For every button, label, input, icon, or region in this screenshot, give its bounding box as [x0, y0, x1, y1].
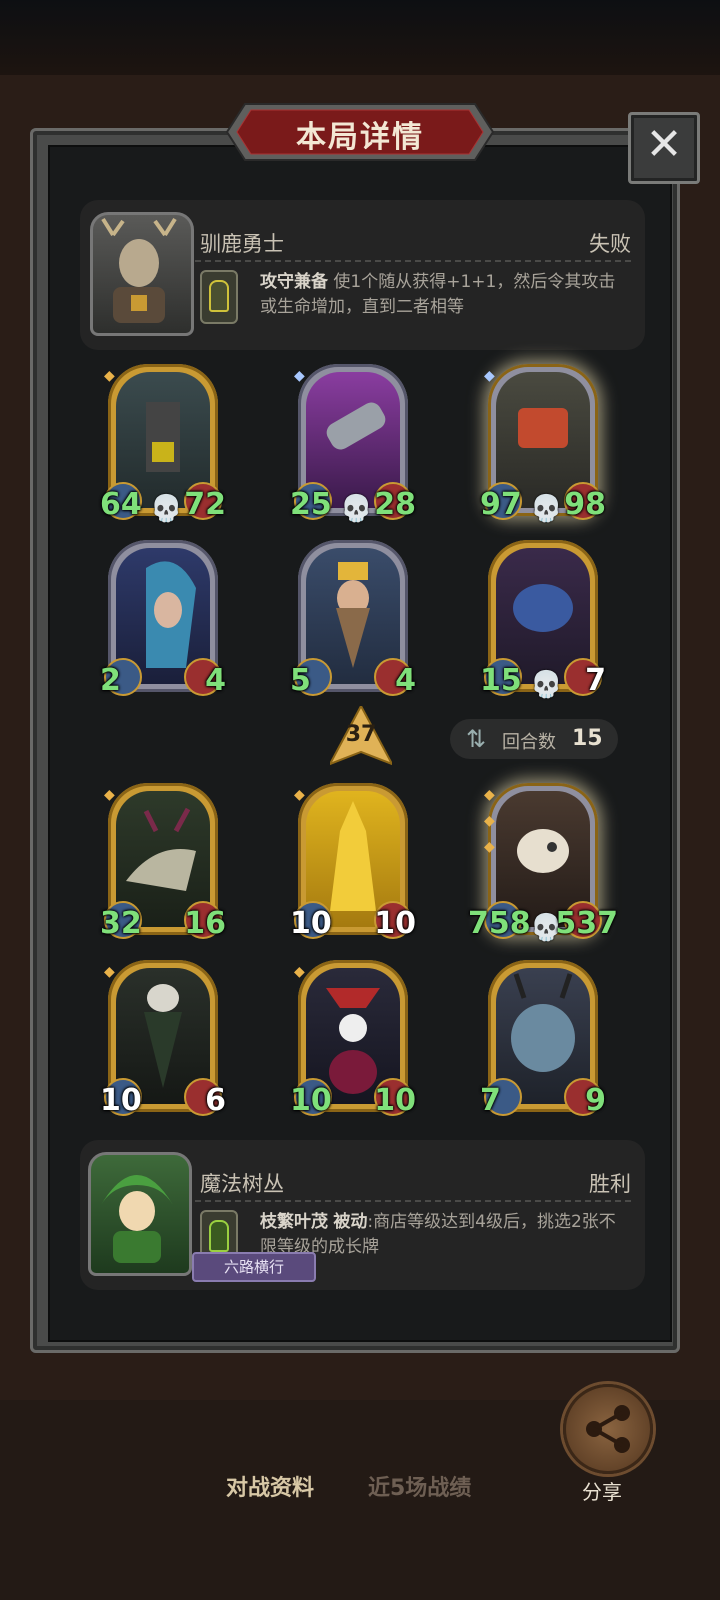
player-result: 胜利 — [589, 1172, 631, 1196]
close-icon: ✕ — [645, 119, 683, 170]
minion-health: 28 — [374, 487, 416, 522]
minion-attack: 25 — [290, 487, 332, 522]
minion-attack: 15 — [480, 663, 522, 698]
minion-health: 4 — [205, 663, 226, 698]
tier-gem-icon: ◆ — [104, 964, 115, 980]
top-background — [0, 0, 720, 75]
opponent-minion-card[interactable]: ◆ 64 💀 72 — [100, 364, 226, 524]
opponent-minion-card[interactable]: 2 4 — [100, 540, 226, 698]
opponent-result: 失败 — [589, 232, 631, 256]
divider — [195, 260, 631, 262]
player-minion-card[interactable]: ◆ ◆ ◆ 758 💀 537 — [468, 783, 618, 943]
ability-name: 攻守兼备 — [260, 272, 328, 292]
minion-attack: 64 — [100, 487, 142, 522]
opponent-minion-card[interactable]: 5 4 — [290, 540, 416, 698]
opponent-info-box: 驯鹿勇士 失败 攻守兼备 使1个随从获得+1+1，然后令其攻击或生命增加，直到二… — [80, 200, 645, 350]
minion-attack: 10 — [290, 1083, 332, 1118]
rounds-value: 15 — [572, 726, 603, 751]
minion-health: 4 — [395, 663, 416, 698]
opponent-portrait[interactable] — [90, 212, 194, 336]
opponent-ability: 攻守兼备 使1个随从获得+1+1，然后令其攻击或生命增加，直到二者相等 — [260, 270, 630, 320]
player-name: 魔法树丛 — [200, 1172, 284, 1196]
minion-attack: 32 — [100, 906, 142, 941]
minion-health: 16 — [184, 906, 226, 941]
minion-attack: 2 — [100, 663, 121, 698]
tier-value: 37 — [345, 722, 377, 747]
tier-gem-icon: ◆ — [294, 964, 305, 980]
divider — [195, 1200, 631, 1202]
minion-attack: 97 — [480, 487, 522, 522]
hero-power-icon[interactable] — [200, 270, 238, 324]
share-label: 分享 — [582, 1480, 622, 1504]
tier-gem-icon: ◆ — [484, 839, 495, 855]
share-button[interactable] — [563, 1384, 653, 1474]
skull-icon: 💀 — [530, 670, 563, 700]
minion-attack: 10 — [100, 1083, 142, 1118]
minion-health: 10 — [374, 1083, 416, 1118]
player-info-box: 魔法树丛 胜利 枝繁叶茂 被动:商店等级达到4级后，挑选2张不限等级的成长牌 六… — [80, 1140, 645, 1290]
tier-gem-icon: ◆ — [484, 787, 495, 803]
player-minion-card[interactable]: ◆ 10 10 — [290, 783, 416, 941]
tier-gem-icon: ◆ — [484, 368, 495, 384]
ability-name: 枝繁叶茂 — [260, 1212, 328, 1232]
rounds-icon: ⇅ — [466, 725, 487, 753]
player-portrait[interactable] — [88, 1152, 192, 1276]
tier-gem-icon: ◆ — [484, 813, 495, 829]
player-minion-card[interactable]: ◆ 32 16 — [100, 783, 226, 941]
tier-gem-icon: ◆ — [104, 787, 115, 803]
minion-health: 98 — [564, 487, 606, 522]
opponent-minion-card[interactable]: ◆ 97 💀 98 — [480, 364, 606, 524]
minion-health: 10 — [374, 906, 416, 941]
ability-tag: 被动 — [333, 1212, 368, 1232]
player-title-badge: 六路横行 — [192, 1252, 316, 1282]
title-plate: 本局详情 — [225, 100, 495, 164]
skull-icon: 💀 — [340, 494, 373, 524]
opponent-name: 驯鹿勇士 — [200, 232, 284, 256]
page-title: 本局详情 — [296, 120, 424, 155]
minion-attack: 5 — [290, 663, 311, 698]
share-icon — [586, 1405, 630, 1453]
player-minion-card[interactable]: ◆ 10 6 — [100, 960, 226, 1118]
tier-gem-icon: ◆ — [104, 368, 115, 384]
rounds-label: 回合数 — [502, 732, 556, 753]
minion-attack: 758 — [468, 906, 531, 941]
rounds-pill: ⇅ 回合数 15 — [450, 719, 618, 759]
opponent-minion-card[interactable]: ◆ 25 💀 28 — [290, 364, 416, 524]
minion-health: 72 — [184, 487, 226, 522]
player-ability: 枝繁叶茂 被动:商店等级达到4级后，挑选2张不限等级的成长牌 — [260, 1210, 630, 1260]
opponent-minion-card[interactable]: 15 💀 7 — [480, 540, 606, 700]
close-button[interactable]: ✕ — [628, 112, 700, 184]
minion-attack: 7 — [480, 1083, 501, 1118]
tab-recent-record[interactable]: 近5场战绩 — [368, 1470, 471, 1502]
minion-health: 9 — [585, 1083, 606, 1118]
tier-gem-icon: ◆ — [294, 368, 305, 384]
minion-health: 6 — [205, 1083, 226, 1118]
player-minion-card[interactable]: 7 9 — [480, 960, 606, 1118]
minion-attack: 10 — [290, 906, 332, 941]
tier-gem-icon: ◆ — [294, 787, 305, 803]
player-minion-card[interactable]: ◆ 10 10 — [290, 960, 416, 1118]
tab-battle-data[interactable]: 对战资料 — [226, 1470, 314, 1502]
skull-icon: 💀 — [530, 494, 563, 524]
minion-health: 7 — [585, 663, 606, 698]
skull-icon: 💀 — [150, 494, 183, 524]
minion-health: 537 — [555, 906, 618, 941]
